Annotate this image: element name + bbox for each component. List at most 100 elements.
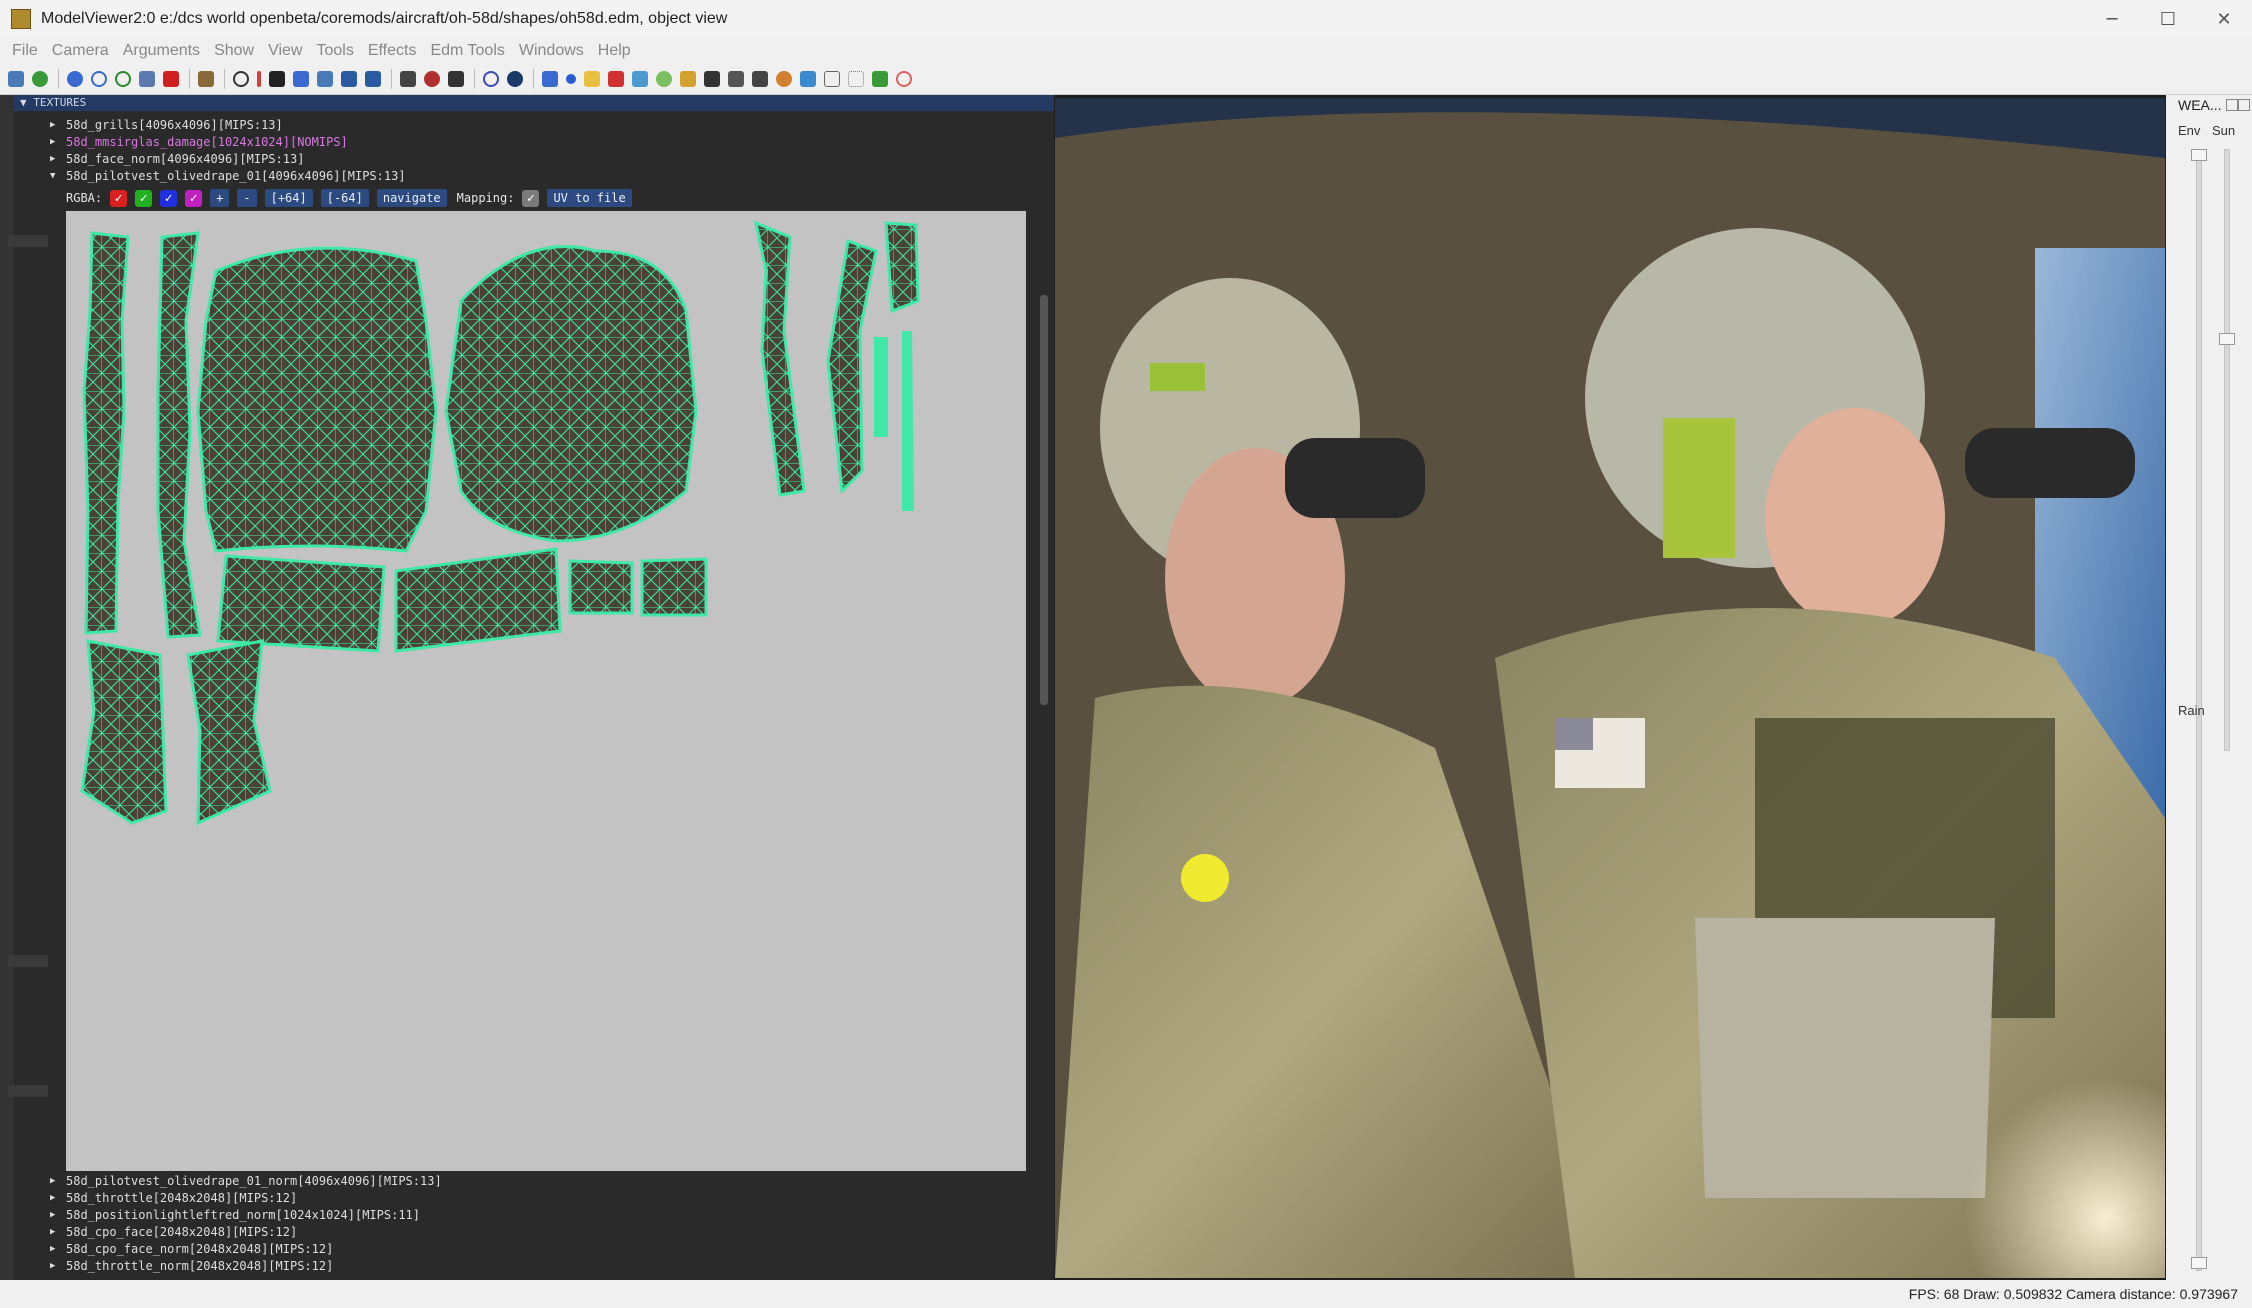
menu-tools[interactable]: Tools [316, 42, 353, 60]
green-channel-checkbox[interactable]: ✓ [135, 189, 153, 207]
minus64-button[interactable]: [-64] [320, 189, 369, 207]
stop-icon[interactable] [896, 71, 912, 87]
refresh-icon[interactable] [115, 71, 131, 87]
leaf-icon[interactable] [656, 71, 672, 87]
monitor-icon[interactable] [448, 71, 464, 87]
lamp-icon[interactable] [317, 71, 333, 87]
navigate-button[interactable]: navigate [376, 189, 447, 207]
uv-texture-canvas[interactable] [66, 211, 1026, 1171]
red-channel-checkbox[interactable]: ✓ [110, 189, 128, 207]
sun-label: Sun [2212, 123, 2236, 138]
minimize-button[interactable]: ─ [2084, 9, 2140, 30]
uv-island-vest-front [444, 245, 698, 543]
globe-icon[interactable] [507, 71, 523, 87]
menu-windows[interactable]: Windows [519, 42, 584, 60]
texture-item-expanded[interactable]: ▼ 58d_pilotvest_olivedrape_01[4096x4096][… [48, 168, 1048, 185]
light-icon[interactable] [293, 71, 309, 87]
texture-item[interactable]: ▶ 58d_cpo_face[2048x2048][MIPS:12] [48, 1224, 1048, 1241]
zoom-in-button[interactable]: + [210, 189, 230, 207]
green-grid-icon[interactable] [872, 71, 888, 87]
reload-icon[interactable] [32, 71, 48, 87]
sun-slider[interactable] [2224, 149, 2230, 751]
blue-channel-checkbox[interactable]: ✓ [160, 189, 178, 207]
page-icon[interactable] [824, 71, 840, 87]
uv-to-file-button[interactable]: UV to file [547, 189, 632, 207]
target-icon[interactable] [233, 71, 249, 87]
lamp-post-icon[interactable] [728, 71, 744, 87]
zoom-out-button[interactable]: - [237, 189, 257, 207]
color-wheel-icon[interactable] [424, 71, 440, 87]
texture-item-label: 58d_pilotvest_olivedrape_01[4096x4096][M… [66, 169, 406, 183]
texture-item-label: 58d_positionlightleftred_norm[1024x1024]… [66, 1208, 421, 1222]
save-icon[interactable] [8, 71, 24, 87]
menu-arguments[interactable]: Arguments [123, 42, 200, 60]
close-button[interactable]: ✕ [2196, 9, 2252, 30]
sun-icon[interactable] [776, 71, 792, 87]
menu-edm-tools[interactable]: Edm Tools [430, 42, 504, 60]
panel-float-icon[interactable] [2226, 99, 2238, 111]
rotate-icon[interactable] [91, 71, 107, 87]
network-icon[interactable] [800, 71, 816, 87]
texture-item[interactable]: ▶ 58d_positionlightleftred_norm[1024x1024… [48, 1207, 1048, 1224]
grid-view-icon[interactable] [139, 71, 155, 87]
env-slider-thumb[interactable] [2191, 149, 2207, 161]
undo-icon[interactable] [483, 71, 499, 87]
menu-effects[interactable]: Effects [368, 42, 417, 60]
dot-icon[interactable] [566, 74, 576, 84]
box-icon[interactable] [198, 71, 214, 87]
alpha-channel-checkbox[interactable]: ✓ [185, 189, 203, 207]
texture-item[interactable]: ▶ 58d_pilotvest_olivedrape_01_norm[4096x4… [48, 1173, 1048, 1190]
film-icon[interactable] [400, 71, 416, 87]
expand-arrow-icon[interactable]: ▶ [50, 1241, 55, 1258]
texture-item[interactable]: ▶ 58d_throttle_norm[2048x2048][MIPS:12] [48, 1258, 1048, 1275]
uv-map-svg [80, 220, 920, 826]
speaker-icon[interactable] [365, 71, 381, 87]
expand-arrow-icon[interactable]: ▶ [50, 134, 55, 151]
dots-grid-icon[interactable] [848, 71, 864, 87]
list-scrollbar[interactable] [1040, 295, 1048, 705]
skeleton-icon[interactable] [163, 71, 179, 87]
tree-icon[interactable] [704, 71, 720, 87]
sphere-icon[interactable] [67, 71, 83, 87]
texture-item[interactable]: ▶ 58d_grills[4096x4096][MIPS:13] [48, 117, 1048, 134]
expand-arrow-icon[interactable]: ▶ [50, 1173, 55, 1190]
menu-file[interactable]: File [12, 42, 38, 60]
arrow-right-icon[interactable] [341, 71, 357, 87]
sun-slider-thumb[interactable] [2219, 333, 2235, 345]
chart-icon[interactable] [542, 71, 558, 87]
expand-arrow-icon[interactable]: ▶ [50, 1190, 55, 1207]
folder-icon[interactable] [584, 71, 600, 87]
maximize-button[interactable]: ☐ [2140, 9, 2196, 30]
black-square-icon[interactable] [269, 71, 285, 87]
textures-header[interactable]: ▼ TEXTURES [14, 95, 1054, 111]
texture-item[interactable]: ▶ 58d_mmsirglas_damage[1024x1024][NOMIPS] [48, 134, 1048, 151]
uv-island-thin-strap-c [884, 221, 920, 314]
texture-item[interactable]: ▶ 58d_cpo_face_norm[2048x2048][MIPS:12] [48, 1241, 1048, 1258]
texture-item[interactable]: ▶ 58d_throttle[2048x2048][MIPS:12] [48, 1190, 1048, 1207]
env-slider-thumb-bottom[interactable] [2191, 1257, 2207, 1269]
expand-arrow-icon[interactable]: ▶ [50, 1207, 55, 1224]
3d-viewport[interactable] [1055, 98, 2165, 1278]
cube-icon[interactable] [608, 71, 624, 87]
texture-item[interactable]: ▶ 58d_face_norm[4096x4096][MIPS:13] [48, 151, 1048, 168]
shield-icon[interactable] [632, 71, 648, 87]
expand-arrow-icon[interactable]: ▶ [50, 117, 55, 134]
point-icon[interactable] [257, 71, 261, 87]
menu-show[interactable]: Show [214, 42, 254, 60]
pencil-icon[interactable] [680, 71, 696, 87]
uv-island-strap-bottom-b [186, 639, 272, 826]
plus64-button[interactable]: [+64] [264, 189, 313, 207]
collapse-arrow-icon[interactable]: ▼ [50, 168, 55, 185]
menu-camera[interactable]: Camera [52, 42, 109, 60]
uv-island-thin-strap-b [826, 238, 878, 495]
menu-view[interactable]: View [268, 42, 302, 60]
expand-arrow-icon[interactable]: ▶ [50, 151, 55, 168]
panel-close-icon[interactable] [2238, 99, 2250, 111]
car-icon[interactable] [752, 71, 768, 87]
menu-help[interactable]: Help [598, 42, 631, 60]
textures-header-label: ▼ TEXTURES [20, 96, 87, 109]
mapping-checkbox[interactable]: ✓ [522, 189, 540, 207]
expand-arrow-icon[interactable]: ▶ [50, 1224, 55, 1241]
expand-arrow-icon[interactable]: ▶ [50, 1258, 55, 1275]
window-title: ModelViewer2:0 e:/dcs world openbeta/cor… [41, 10, 728, 27]
